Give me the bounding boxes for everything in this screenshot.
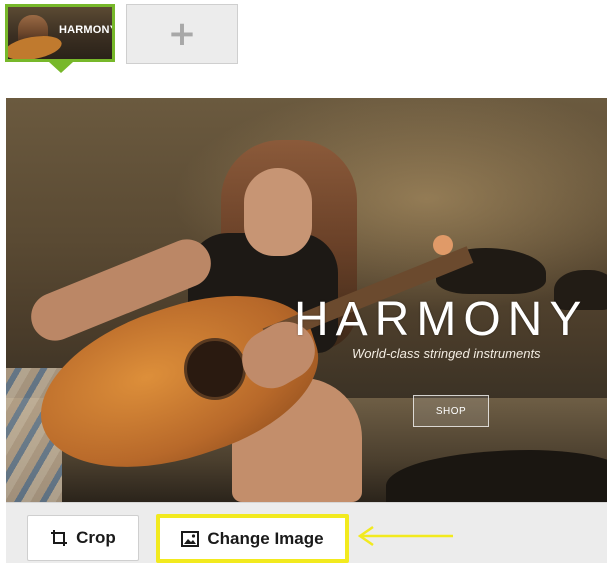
crop-button-label: Crop [76,528,116,547]
image-toolbar: Crop Change Image [6,502,607,563]
selected-thumbnail-pointer [49,62,73,73]
plus-icon: + [167,14,197,54]
change-image-button-label: Change Image [207,528,324,548]
slide-thumbnail-1[interactable]: HARMONY [5,4,115,62]
change-image-button[interactable]: Change Image [156,514,349,563]
crop-icon [50,529,68,547]
hero-image: HARMONY World-class stringed instruments… [6,98,607,502]
hero-tagline: World-class stringed instruments [352,346,541,361]
thumbnail-guitar-shape [8,32,64,59]
hero-brand-title: HARMONY [294,293,589,346]
guitar-soundhole-shape [184,338,246,400]
arrow-left-icon [355,524,455,552]
hero-shop-button: SHOP [413,395,489,427]
add-slide-button[interactable]: + [126,4,238,64]
crop-button[interactable]: Crop [27,515,139,561]
thumbnail-title: HARMONY [59,24,115,36]
girl-face-shape [244,168,312,256]
image-icon [181,530,200,547]
